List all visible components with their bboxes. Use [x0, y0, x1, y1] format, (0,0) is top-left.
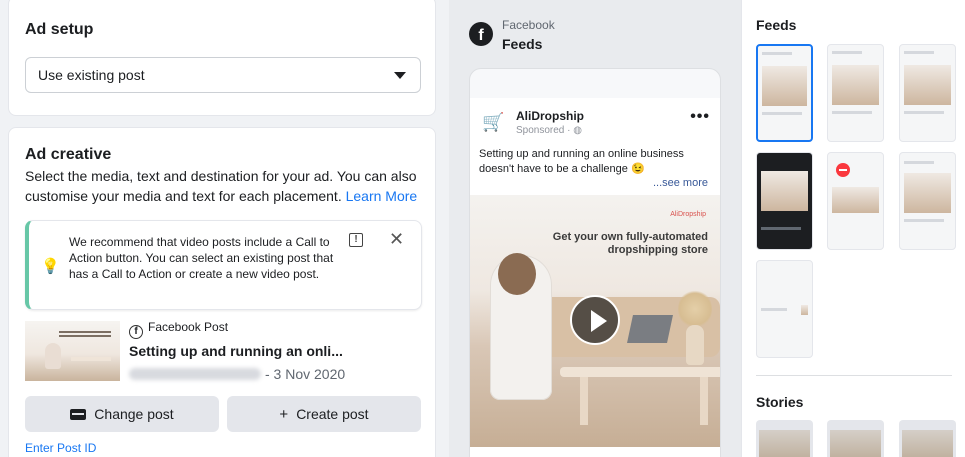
mini-image: [762, 66, 807, 106]
placement-thumb-unavailable[interactable]: [827, 152, 884, 250]
unavailable-icon: [836, 163, 850, 177]
placement-thumb-facebook-feeds[interactable]: [756, 44, 813, 142]
plus-icon: +: [279, 406, 289, 423]
post-date: - 3 Nov 2020: [265, 366, 346, 382]
preview-placement: Feeds: [502, 36, 543, 52]
thumb-title-lines: [59, 331, 111, 333]
placement-thumb-instagram-feed[interactable]: [827, 44, 884, 142]
post-title: Setting up and running an onli...: [129, 343, 343, 359]
post-source: f Facebook Post: [129, 320, 228, 339]
mini-bar: [904, 51, 934, 54]
facebook-icon: f: [129, 325, 143, 339]
laptop-shape: [627, 315, 673, 343]
stories-title: Stories: [756, 394, 804, 410]
mini-bar: [832, 51, 862, 54]
ad-preview-panel: f Facebook Feeds 🛒 AliDropship Sponsored…: [449, 0, 741, 457]
create-post-button[interactable]: + Create post: [227, 396, 421, 432]
left-panel: Ad setup Use existing post Ad creative S…: [0, 0, 448, 457]
enter-post-id-link[interactable]: Enter Post ID: [25, 441, 96, 455]
redacted-text: [129, 368, 261, 380]
sponsored-label: Sponsored · ◍: [516, 125, 582, 136]
preview-post: 🛒 AliDropship Sponsored · ◍ ••• Setting …: [470, 98, 720, 457]
notice-text: We recommend that video posts include a …: [69, 235, 334, 281]
placement-thumb-video-feeds[interactable]: [756, 152, 813, 250]
sponsored-text: Sponsored ·: [516, 125, 574, 136]
section-divider: [756, 375, 952, 376]
placement-thumb-messenger-stories[interactable]: [899, 420, 956, 457]
post-text: Setting up and running an online busines…: [479, 148, 684, 175]
table-leg: [580, 377, 588, 425]
placement-thumb-instagram-stories[interactable]: [827, 420, 884, 457]
mini-bar: [904, 219, 944, 222]
ad-setup-card: Ad setup Use existing post: [8, 0, 436, 116]
thumb-figure: [45, 343, 61, 369]
mini-bar: [832, 111, 872, 114]
media-brand: AliDropship: [670, 211, 706, 218]
caret-down-icon: [394, 72, 406, 79]
vase-shape: [686, 325, 704, 365]
card-icon: [70, 409, 87, 420]
facebook-logo-icon: f: [469, 22, 493, 46]
post-meta: - 3 Nov 2020: [129, 366, 345, 382]
mini-bar: [904, 161, 934, 164]
video-cta-notice: 💡 We recommend that video posts include …: [25, 220, 422, 310]
post-video[interactable]: AliDropship Get your own fully-automated…: [470, 195, 720, 447]
table-shape: [560, 367, 720, 377]
mini-image: [832, 65, 879, 105]
preview-platform: Facebook: [502, 18, 555, 32]
table-leg: [700, 377, 708, 425]
cart-logo-icon: 🛒: [482, 112, 505, 132]
post-thumbnail: [25, 321, 120, 381]
close-icon[interactable]: ✕: [389, 229, 404, 250]
lightbulb-icon: 💡: [41, 258, 60, 275]
mini-bar: [762, 112, 802, 115]
mini-bar: [761, 227, 801, 230]
mini-bar: [904, 111, 944, 114]
plant-shape: [678, 289, 712, 329]
media-headline: Get your own fully-automated dropshippin…: [552, 231, 708, 256]
mini-bar: [761, 308, 787, 311]
mini-image: [830, 430, 881, 457]
ad-creative-description: Select the media, text and destination f…: [25, 166, 425, 206]
thumb-table: [71, 357, 111, 361]
mini-image: [759, 430, 810, 457]
ad-setup-title: Ad setup: [25, 21, 94, 38]
ad-creative-title: Ad creative: [25, 146, 112, 163]
page-name: AliDropship: [516, 109, 584, 123]
see-more-link[interactable]: ...see more: [653, 177, 708, 189]
mini-image: [801, 305, 808, 315]
feeds-title: Feeds: [756, 17, 797, 33]
post-source-dropdown[interactable]: Use existing post: [25, 57, 421, 93]
more-options-icon[interactable]: •••: [690, 108, 710, 126]
hair-shape: [498, 253, 536, 295]
play-icon[interactable]: [570, 295, 620, 345]
learn-more-link[interactable]: Learn More: [346, 188, 418, 204]
mini-image: [904, 173, 951, 213]
phone-frame: 🛒 AliDropship Sponsored · ◍ ••• Setting …: [469, 68, 721, 457]
mini-image: [832, 187, 879, 213]
mini-image: [904, 65, 951, 105]
globe-icon: ◍: [573, 125, 582, 136]
mini-image: [902, 430, 953, 457]
placement-thumb-facebook-stories[interactable]: [756, 420, 813, 457]
placement-thumb-explore[interactable]: [899, 152, 956, 250]
placement-thumb-right-column[interactable]: [756, 260, 813, 358]
change-post-label: Change post: [94, 406, 174, 422]
ad-creative-card: Ad creative Select the media, text and d…: [8, 127, 436, 457]
change-post-button[interactable]: Change post: [25, 396, 219, 432]
mini-bar: [762, 52, 792, 55]
post-source-label: Facebook Post: [148, 320, 229, 334]
dropdown-value: Use existing post: [38, 67, 145, 83]
placements-panel: Feeds Stories: [741, 0, 965, 457]
report-icon[interactable]: !: [349, 233, 363, 247]
placement-thumb-marketplace[interactable]: [899, 44, 956, 142]
create-post-label: Create post: [296, 406, 369, 422]
mini-image: [761, 171, 808, 211]
